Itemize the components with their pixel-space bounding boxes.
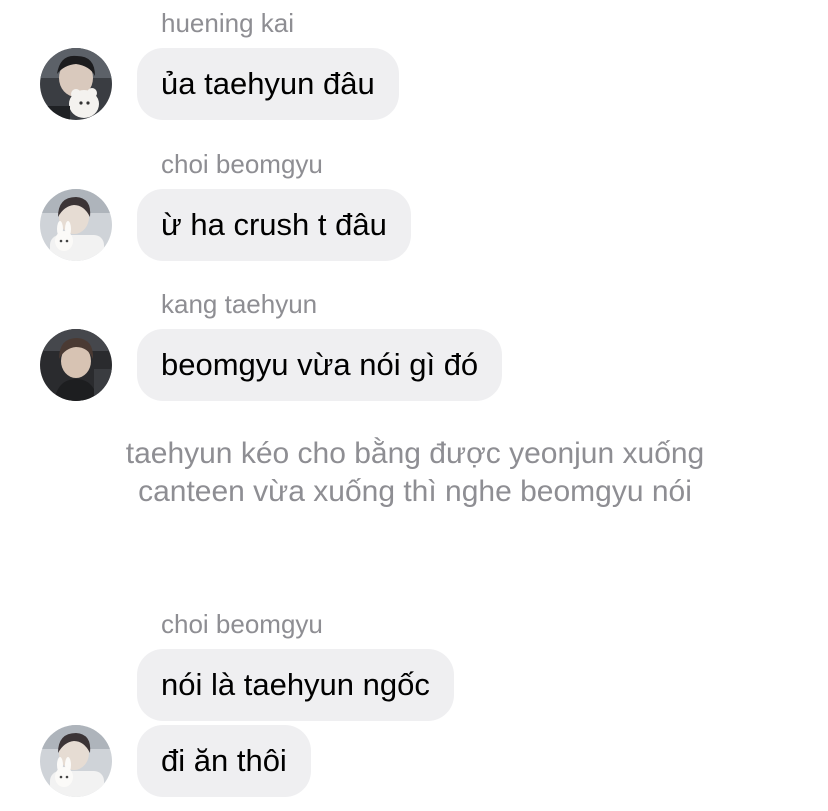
avatar[interactable] [40,48,112,120]
narration-text: taehyun kéo cho bằng được yeonjun xuống … [125,437,705,508]
message-bubble[interactable]: nói là taehyun ngốc [137,649,454,721]
avatar-photo [40,329,112,401]
sender-name: huening kai [161,8,294,38]
avatar-photo [40,189,112,261]
message-bubble[interactable]: beomgyu vừa nói gì đó [137,329,503,401]
sender-name: kang taehyun [161,289,318,319]
avatar[interactable] [40,189,112,261]
message-bubble[interactable]: ừ ha crush t đâu [137,189,411,261]
avatar[interactable] [40,725,112,797]
sender-name: choi beomgyu [161,609,323,639]
message-bubble[interactable]: ủa taehyun đâu [137,48,399,120]
avatar[interactable] [40,329,112,401]
message-bubble[interactable]: đi ăn thôi [137,725,311,797]
sender-name: choi beomgyu [161,149,323,179]
avatar-photo [40,48,112,120]
avatar-photo [40,725,112,797]
